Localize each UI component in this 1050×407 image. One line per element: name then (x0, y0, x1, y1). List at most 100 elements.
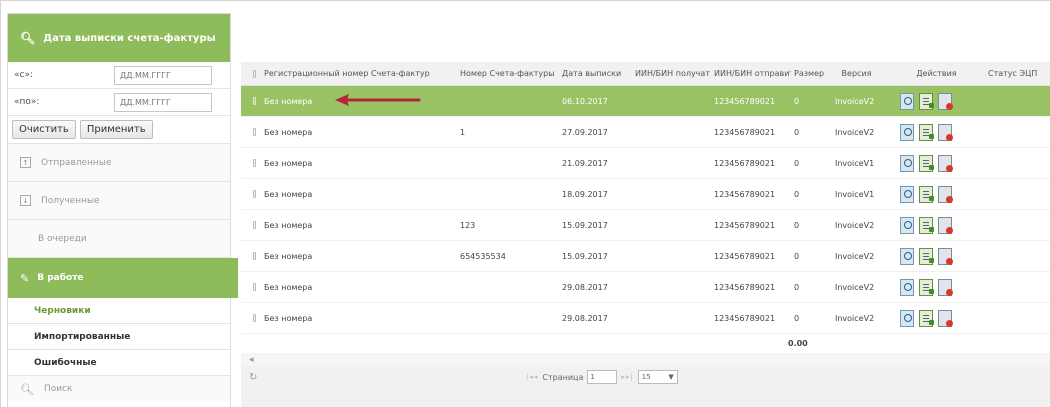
table-row[interactable]: Без номера 29.08.2017 123456789021 0 Invoice… (241, 303, 1050, 334)
first-prev-page-icon[interactable]: |◂◂ (526, 373, 538, 381)
version-cell: InvoiceV2 (835, 220, 875, 230)
nav-errors-label: Ошибочные (34, 357, 97, 368)
export-document-icon[interactable] (919, 247, 934, 265)
size-cell: 0 (794, 96, 800, 106)
issue-date-cell: 06.10.2017 (562, 96, 608, 106)
sidebar: 🔍︎ Дата выписки счета-фактуры «с»: «по»:… (7, 13, 238, 407)
reg-number-cell: Без номера (264, 158, 313, 168)
column-header[interactable]: Дата выписки (559, 69, 632, 78)
screen: 🔍︎ Дата выписки счета-фактуры «с»: «по»:… (0, 0, 1050, 407)
view-document-icon[interactable] (900, 185, 914, 203)
export-document-icon[interactable] (919, 154, 934, 172)
actions-cell (885, 309, 985, 327)
invoice-number-cell: 654535534 (460, 251, 506, 261)
nav-sent[interactable]: ↑ Отправленные (8, 144, 230, 182)
view-document-icon[interactable] (900, 154, 914, 172)
page-size-select[interactable]: 15 ▼ (637, 370, 678, 384)
delete-document-icon[interactable] (938, 123, 953, 141)
export-document-icon[interactable] (919, 123, 934, 141)
delete-document-icon[interactable] (938, 216, 953, 234)
actions-cell (885, 185, 985, 203)
column-header[interactable]: ИИН/БИН получат (632, 69, 711, 78)
page-number-input[interactable]: 1 (587, 370, 618, 384)
nav-drafts[interactable]: Черновики (8, 298, 230, 324)
nav-imported[interactable]: Импортированные (8, 324, 230, 350)
export-document-icon[interactable] (919, 309, 934, 327)
clear-button[interactable]: Очистить (12, 120, 76, 139)
export-document-icon[interactable] (919, 185, 934, 203)
next-last-page-icon[interactable]: ▸▸| (621, 373, 633, 381)
nav-sent-label: Отправленные (41, 157, 112, 168)
table-row[interactable]: Без номера 1 27.09.2017 123456789021 0 Invoic… (241, 117, 1050, 148)
refresh-icon[interactable]: ↻ (249, 372, 257, 383)
export-document-icon[interactable] (919, 278, 934, 296)
row-actions (888, 216, 985, 234)
search-icon: 🔍︎ (20, 31, 36, 45)
size-cell: 0 (794, 282, 800, 292)
view-document-icon[interactable] (900, 278, 914, 296)
row-select-cell (241, 314, 256, 322)
sender-iin-cell: 123456789021 (714, 313, 776, 323)
sender-iin-cell: 123456789021 (714, 251, 776, 261)
nav-search[interactable]: 🔍︎ Поиск (8, 376, 230, 402)
row-select-cell (241, 221, 256, 229)
date-from-input[interactable] (114, 65, 212, 85)
scroll-left-icon[interactable]: ◂ (249, 355, 254, 365)
outbox-icon: ↑ (20, 157, 31, 168)
delete-document-icon[interactable] (938, 278, 953, 296)
column-header[interactable]: Регистрационный номер Счета-фактур (256, 69, 457, 78)
nav-received[interactable]: ↓ Полученные (8, 182, 230, 220)
invoice-grid: Регистрационный номер Счета-фактур Номер… (241, 62, 1050, 407)
issue-date-cell: 29.08.2017 (562, 282, 608, 292)
row-actions (888, 247, 985, 265)
table-row[interactable]: Без номера 21.09.2017 123456789021 0 Invoice… (241, 148, 1050, 179)
delete-document-icon[interactable] (938, 309, 953, 327)
reg-number-cell: Без номера (264, 313, 313, 323)
row-actions (888, 185, 985, 203)
column-header[interactable]: Версия (825, 69, 885, 78)
table-row[interactable]: Без номера 654535534 15.09.2017 12345678902… (241, 241, 1050, 272)
nav-errors[interactable]: Ошибочные (8, 350, 230, 376)
date-to-label: «по»: (14, 97, 40, 107)
row-actions (888, 154, 985, 172)
view-document-icon[interactable] (900, 92, 914, 110)
view-document-icon[interactable] (900, 247, 914, 265)
date-to-input[interactable] (114, 92, 212, 112)
column-header[interactable]: Статус ЭЦП (985, 69, 1045, 78)
view-document-icon[interactable] (900, 309, 914, 327)
horizontal-scrollbar[interactable]: ◂ (241, 353, 1050, 366)
actions-cell (885, 247, 985, 265)
delete-document-icon[interactable] (938, 92, 953, 110)
table-row[interactable]: Без номера 18.09.2017 123456789021 0 Invoice… (241, 179, 1050, 210)
table-row[interactable]: Без номера 123 15.09.2017 123456789021 0 Invo… (241, 210, 1050, 241)
column-header[interactable]: Номер Счета-фактуры (457, 69, 559, 78)
view-document-icon[interactable] (900, 216, 914, 234)
size-cell: 0 (794, 127, 800, 137)
sender-iin-cell: 123456789021 (714, 282, 776, 292)
view-document-icon[interactable] (900, 123, 914, 141)
export-document-icon[interactable] (919, 92, 934, 110)
export-document-icon[interactable] (919, 216, 934, 234)
page-size-value: 15 (641, 373, 651, 381)
row-actions (888, 278, 985, 296)
delete-document-icon[interactable] (938, 185, 953, 203)
nav-in-work[interactable]: ✎ В работе (8, 258, 238, 298)
size-cell: 0 (794, 189, 800, 199)
nav-queue[interactable]: В очереди (8, 220, 230, 258)
delete-document-icon[interactable] (938, 154, 953, 172)
row-select-cell (241, 252, 256, 260)
issue-date-cell: 15.09.2017 (562, 220, 608, 230)
date-filter-header[interactable]: 🔍︎ Дата выписки счета-фактуры (8, 14, 230, 62)
issue-date-cell: 18.09.2017 (562, 189, 608, 199)
chevron-down-icon: ▼ (668, 373, 674, 381)
apply-button[interactable]: Применить (79, 120, 153, 139)
column-header[interactable]: ИИН/БИН отправит (711, 69, 791, 78)
column-header[interactable]: Размер с (791, 69, 825, 78)
sender-iin-cell: 123456789021 (714, 96, 776, 106)
issue-date-cell: 27.09.2017 (562, 127, 608, 137)
nav-received-label: Полученные (41, 195, 100, 206)
table-row[interactable]: Без номера 29.08.2017 123456789021 0 Invoice… (241, 272, 1050, 303)
nav-drafts-label: Черновики (34, 305, 91, 316)
delete-document-icon[interactable] (938, 247, 953, 265)
sender-iin-cell: 123456789021 (714, 127, 776, 137)
